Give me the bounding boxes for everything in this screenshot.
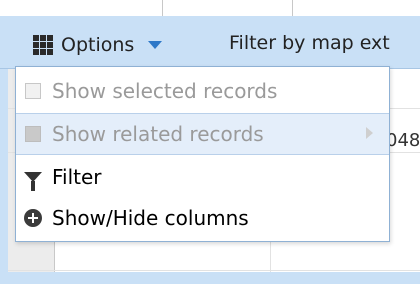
options-label: Options: [61, 34, 135, 56]
chevron-down-icon: [148, 41, 163, 49]
square-icon: [23, 124, 43, 144]
top-column-divider: [162, 0, 163, 16]
menu-item-label: Show/Hide columns: [52, 206, 249, 230]
table-cell-value[interactable]: 048: [386, 130, 420, 151]
checkbox-icon: [23, 81, 43, 101]
menu-item-label: Filter: [52, 165, 102, 189]
menu-item-show-related-records[interactable]: Show related records: [16, 113, 389, 155]
filter-by-map-extent-toggle[interactable]: Filter by map ext: [229, 32, 390, 54]
options-menu: Show selected records Show related recor…: [15, 66, 390, 242]
options-dropdown-button[interactable]: Options: [33, 32, 163, 58]
row-divider: [8, 270, 420, 271]
top-column-divider: [292, 0, 293, 16]
submenu-arrow-icon: [366, 127, 373, 139]
menu-item-label: Show selected records: [52, 79, 278, 103]
menu-item-show-hide-columns[interactable]: Show/Hide columns: [16, 198, 389, 238]
grid-left-edge: [0, 69, 8, 279]
plus-circle-icon: [23, 208, 43, 228]
funnel-icon: [23, 167, 43, 191]
bottom-scroll-area: [0, 272, 420, 284]
menu-item-label: Show related records: [52, 122, 264, 146]
menu-item-filter[interactable]: Filter: [16, 157, 389, 197]
top-grid-strip: [0, 0, 420, 17]
table-grid-icon: [33, 35, 55, 55]
menu-item-show-selected-records[interactable]: Show selected records: [16, 71, 389, 111]
